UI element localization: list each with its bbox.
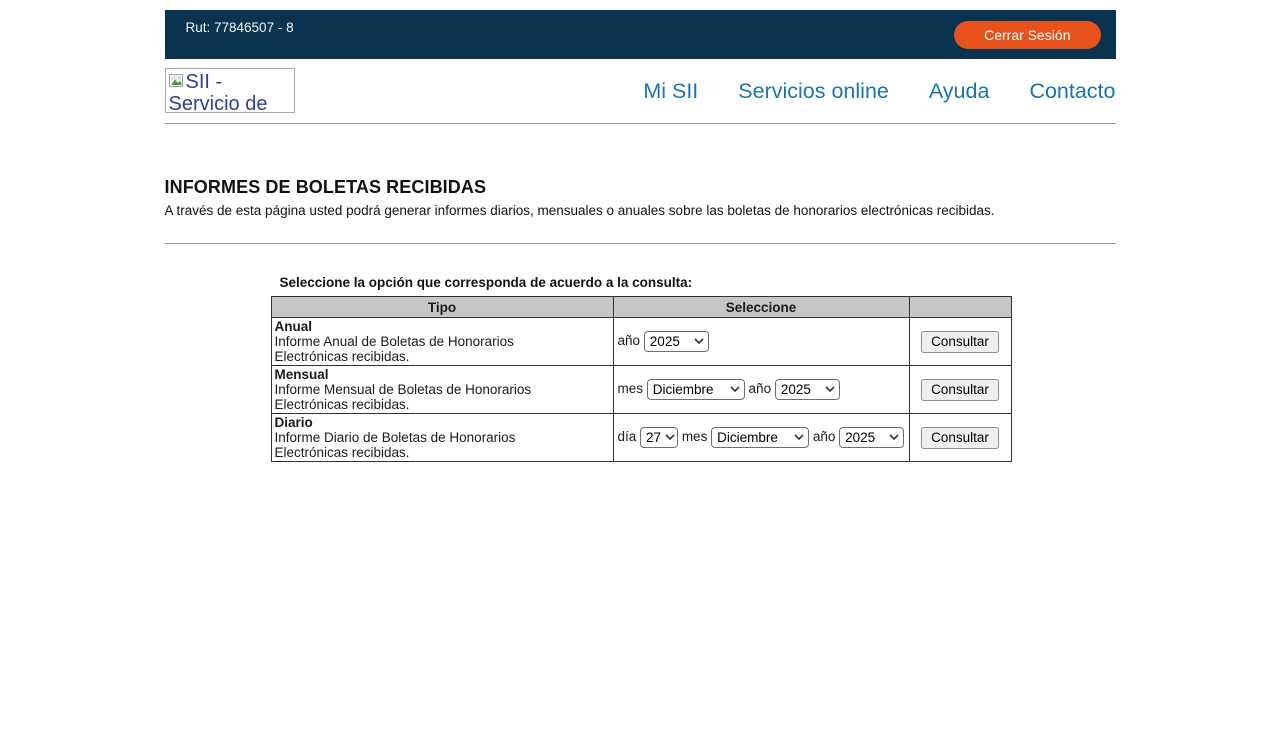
form-instruction: Seleccione la opción que corresponda de … [280,275,1116,290]
table-header-row: Tipo Seleccione [271,297,1011,318]
session-topbar: Rut: 77846507 - 8 Cerrar Sesión [165,10,1116,59]
page-description: A través de esta página usted podrá gene… [165,203,1116,218]
nav-item-contacto[interactable]: Contacto [1029,79,1115,104]
mensual-consultar-button[interactable]: Consultar [921,379,999,401]
sii-logo-link[interactable]: SII - Servicio de Impuestos Internos [165,68,295,113]
anual-year-label: año [618,333,641,348]
nav-item-ayuda[interactable]: Ayuda [929,79,990,104]
nav-item-mi-sii[interactable]: Mi SII [643,79,698,104]
mensual-year-select[interactable]: 2025 [775,379,840,400]
diario-year-label: año [813,429,836,444]
mensual-select-cell: mes Diciembre año 2025 [613,366,909,414]
page-container: Rut: 77846507 - 8 Cerrar Sesión SII - Se… [165,10,1116,462]
column-header-tipo: Tipo [271,297,613,318]
mensual-month-select[interactable]: Diciembre [647,379,745,400]
mensual-type-cell: Mensual Informe Mensual de Boletas de Ho… [271,366,613,414]
diario-consultar-button[interactable]: Consultar [921,427,999,449]
column-header-seleccione: Seleccione [613,297,909,318]
anual-select-cell: año 2025 [613,318,909,366]
diario-action-cell: Consultar [909,414,1011,462]
anual-type-cell: Anual Informe Anual de Boletas de Honora… [271,318,613,366]
rut-label: Rut: 77846507 - 8 [186,10,294,35]
table-row-anual: Anual Informe Anual de Boletas de Honora… [271,318,1011,366]
anual-type-label: Anual [275,319,610,334]
diario-description: Informe Diario de Boletas de Honorarios … [275,430,551,460]
sii-logo-alt-text: SII - Servicio de Impuestos Internos [169,71,268,113]
report-options-table: Tipo Seleccione Anual Informe Anual de B… [271,296,1012,462]
nav-item-servicios-online[interactable]: Servicios online [738,79,889,104]
section-divider [165,243,1116,244]
mensual-description: Informe Mensual de Boletas de Honorarios… [275,382,551,412]
page-title: INFORMES DE BOLETAS RECIBIDAS [165,177,1116,198]
diario-month-select[interactable]: Diciembre [711,427,809,448]
anual-consultar-button[interactable]: Consultar [921,331,999,353]
mensual-action-cell: Consultar [909,366,1011,414]
mensual-month-label: mes [618,381,644,396]
site-header: SII - Servicio de Impuestos Internos Mi … [165,59,1116,124]
diario-type-cell: Diario Informe Diario de Boletas de Hono… [271,414,613,462]
diario-year-select[interactable]: 2025 [839,427,904,448]
anual-action-cell: Consultar [909,318,1011,366]
anual-description: Informe Anual de Boletas de Honorarios E… [275,334,551,364]
mensual-year-label: año [749,381,772,396]
column-header-action [909,297,1011,318]
diario-select-cell: día 27 mes Diciembre año 2025 [613,414,909,462]
diario-month-label: mes [682,429,708,444]
diario-type-label: Diario [275,415,610,430]
table-row-diario: Diario Informe Diario de Boletas de Hono… [271,414,1011,462]
main-nav: Mi SII Servicios online Ayuda Contacto [643,59,1115,123]
diario-day-label: día [618,429,637,444]
mensual-type-label: Mensual [275,367,610,382]
diario-day-select[interactable]: 27 [640,427,678,448]
logout-button[interactable]: Cerrar Sesión [954,21,1100,49]
table-row-mensual: Mensual Informe Mensual de Boletas de Ho… [271,366,1011,414]
anual-year-select[interactable]: 2025 [644,331,709,352]
broken-image-icon [169,72,185,94]
